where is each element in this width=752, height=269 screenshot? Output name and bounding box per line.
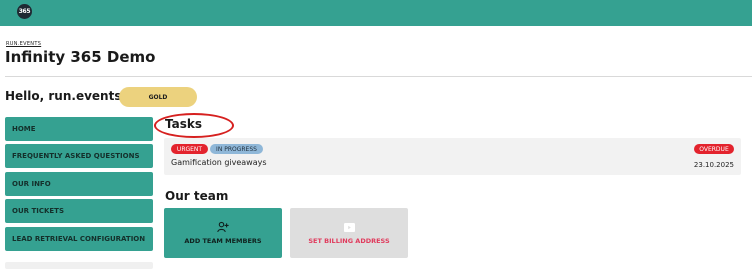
app-logo-text: 365 [18,8,31,15]
add-team-members-button[interactable]: ADD TEAM MEMBERS [164,208,282,258]
top-bar: 365 [0,0,752,26]
sidebar-item-faq[interactable]: FREQUENTLY ASKED QUESTIONS [5,144,153,168]
sidebar-item-partial [5,262,153,269]
task-date: 23.10.2025 [693,161,734,169]
overdue-badge: OVERDUE [694,144,734,154]
tier-badge: GOLD [119,87,197,107]
app-logo[interactable]: 365 [17,4,32,19]
sidebar-item-label: LEAD RETRIEVAL CONFIGURATION [12,235,146,243]
annotation-circle [154,113,234,138]
sidebar-item-label: OUR TICKETS [12,207,65,215]
sidebar-item-our-info[interactable]: OUR INFO [5,172,153,196]
in-progress-tag: IN PROGRESS [210,144,263,154]
page-title: Infinity 365 Demo [5,48,156,66]
sidebar-item-home[interactable]: HOME [5,117,153,141]
add-user-icon [217,221,229,233]
task-name: Gamification giveaways [171,158,267,167]
set-billing-address-label: SET BILLING ADDRESS [308,237,390,245]
header-divider [5,76,752,77]
sidebar-item-label: FREQUENTLY ASKED QUESTIONS [12,152,140,160]
sidebar-item-our-tickets[interactable]: OUR TICKETS [5,199,153,223]
task-card[interactable]: URGENT IN PROGRESS OVERDUE Gamification … [164,138,741,175]
team-heading: Our team [165,189,229,203]
add-team-members-label: ADD TEAM MEMBERS [184,237,262,245]
sidebar-item-label: HOME [12,125,36,133]
urgent-tag: URGENT [171,144,208,154]
sidebar-item-lead-retrieval[interactable]: LEAD RETRIEVAL CONFIGURATION [5,227,153,251]
billing-icon [343,221,355,233]
sidebar-item-label: OUR INFO [12,180,51,188]
breadcrumb[interactable]: RUN.EVENTS [6,41,41,47]
set-billing-address-button[interactable]: SET BILLING ADDRESS [290,208,408,258]
